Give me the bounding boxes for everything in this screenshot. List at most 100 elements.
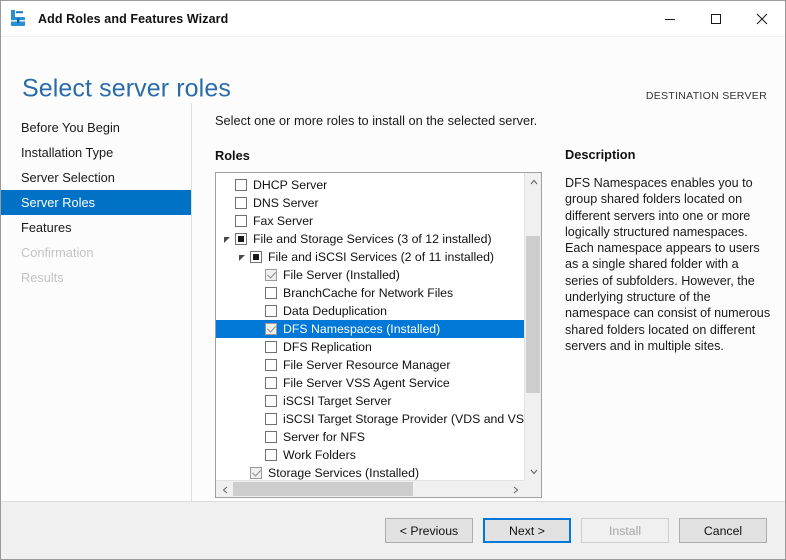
scroll-left-button[interactable]	[216, 481, 233, 498]
tree-spacer	[250, 447, 265, 463]
chevron-left-icon	[222, 486, 228, 494]
role-checkbox-partial[interactable]	[250, 251, 262, 263]
role-tree-row[interactable]: DFS Replication	[216, 338, 524, 356]
roles-vertical-scrollbar[interactable]	[524, 173, 541, 480]
nav-item-label: Installation Type	[21, 145, 113, 160]
close-icon	[756, 13, 768, 25]
role-label: iSCSI Target Storage Provider (VDS and V…	[283, 410, 524, 428]
tree-spacer	[220, 213, 235, 229]
scroll-thumb-horizontal[interactable]	[233, 482, 413, 496]
previous-button[interactable]: < Previous	[385, 518, 473, 543]
role-checkbox-empty[interactable]	[235, 215, 247, 227]
tree-indent	[235, 365, 250, 366]
role-tree-row[interactable]: Work Folders	[216, 446, 524, 464]
description-pane: Description DFS Namespaces enables you t…	[559, 103, 785, 501]
minimize-icon	[664, 13, 676, 25]
tree-spacer	[235, 465, 250, 480]
wizard-step-nav: Before You Begin Installation Type Server …	[1, 103, 192, 501]
tree-spacer	[250, 375, 265, 391]
role-label: DNS Server	[253, 194, 319, 212]
tree-indent	[235, 455, 250, 456]
tree-spacer	[250, 411, 265, 427]
destination-server-label: DESTINATION SERVER	[637, 89, 767, 104]
tree-indent	[220, 401, 235, 402]
cancel-button[interactable]: Cancel	[679, 518, 767, 543]
role-tree-row[interactable]: iSCSI Target Server	[216, 392, 524, 410]
role-checkbox-empty[interactable]	[235, 179, 247, 191]
role-tree-row[interactable]: DHCP Server	[216, 176, 524, 194]
role-tree-row[interactable]: iSCSI Target Storage Provider (VDS and V…	[216, 410, 524, 428]
instruction-text: Select one or more roles to install on t…	[215, 113, 559, 128]
close-button[interactable]	[739, 2, 785, 36]
chevron-down-icon	[530, 469, 538, 475]
nav-item-results: Results	[1, 265, 191, 290]
tree-indent	[220, 455, 235, 456]
role-tree-row[interactable]: Storage Services (Installed)	[216, 464, 524, 480]
tree-spacer	[250, 393, 265, 409]
tree-indent	[235, 437, 250, 438]
roles-tree-box: DHCP ServerDNS ServerFax ServerFile and …	[215, 172, 542, 498]
role-checkbox-empty[interactable]	[265, 341, 277, 353]
scroll-up-button[interactable]	[525, 173, 542, 190]
scroll-thumb-vertical[interactable]	[526, 236, 540, 393]
roles-group-label: Roles	[215, 148, 559, 163]
expander-collapse-icon[interactable]	[220, 231, 235, 247]
role-tree-row[interactable]: Data Deduplication	[216, 302, 524, 320]
role-checkbox-empty[interactable]	[265, 359, 277, 371]
role-label: Data Deduplication	[283, 302, 387, 320]
role-checkbox-empty[interactable]	[265, 431, 277, 443]
nav-item-features[interactable]: Features	[1, 215, 191, 240]
tree-indent	[220, 311, 235, 312]
role-tree-row[interactable]: File and iSCSI Services (2 of 11 install…	[216, 248, 524, 266]
roles-horizontal-scrollbar[interactable]	[216, 480, 524, 497]
role-label: Storage Services (Installed)	[268, 464, 419, 480]
tree-indent	[235, 401, 250, 402]
description-text: DFS Namespaces enables you to group shar…	[565, 175, 771, 354]
role-tree-row[interactable]: BranchCache for Network Files	[216, 284, 524, 302]
role-tree-row[interactable]: DFS Namespaces (Installed)	[216, 320, 524, 338]
role-label: Server for NFS	[283, 428, 365, 446]
next-button[interactable]: Next >	[483, 518, 571, 543]
role-tree-row[interactable]: Fax Server	[216, 212, 524, 230]
tree-indent	[235, 347, 250, 348]
nav-item-server-selection[interactable]: Server Selection	[1, 165, 191, 190]
tree-spacer	[250, 285, 265, 301]
role-tree-row[interactable]: Server for NFS	[216, 428, 524, 446]
scroll-down-button[interactable]	[525, 463, 542, 480]
role-checkbox-empty[interactable]	[265, 395, 277, 407]
role-checkbox-empty[interactable]	[235, 197, 247, 209]
tree-spacer	[250, 267, 265, 283]
title-bar: Add Roles and Features Wizard	[1, 1, 785, 37]
nav-item-installation-type[interactable]: Installation Type	[1, 140, 191, 165]
add-roles-wizard-window: Add Roles and Features Wizard Select ser…	[0, 0, 786, 560]
tree-indent	[235, 311, 250, 312]
chevron-up-icon	[530, 179, 538, 185]
minimize-button[interactable]	[647, 2, 693, 36]
tree-spacer	[250, 339, 265, 355]
role-checkbox-empty[interactable]	[265, 377, 277, 389]
roles-tree[interactable]: DHCP ServerDNS ServerFax ServerFile and …	[216, 173, 524, 480]
nav-item-server-roles[interactable]: Server Roles	[1, 190, 191, 215]
tree-spacer	[220, 177, 235, 193]
nav-item-before-you-begin[interactable]: Before You Begin	[1, 115, 191, 140]
chevron-right-icon	[513, 486, 519, 494]
expander-collapse-icon[interactable]	[235, 249, 250, 265]
role-label: Fax Server	[253, 212, 313, 230]
tree-spacer	[250, 321, 265, 337]
role-checkbox-empty[interactable]	[265, 413, 277, 425]
role-tree-row[interactable]: DNS Server	[216, 194, 524, 212]
role-tree-row[interactable]: File and Storage Services (3 of 12 insta…	[216, 230, 524, 248]
role-checkbox-empty[interactable]	[265, 449, 277, 461]
wizard-footer: < Previous Next > Install Cancel	[1, 501, 785, 559]
maximize-button[interactable]	[693, 2, 739, 36]
role-checkbox-installed	[265, 323, 277, 335]
role-checkbox-partial[interactable]	[235, 233, 247, 245]
role-tree-row[interactable]: File Server VSS Agent Service	[216, 374, 524, 392]
role-label: File and Storage Services (3 of 12 insta…	[253, 230, 492, 248]
role-checkbox-empty[interactable]	[265, 287, 277, 299]
tree-spacer	[220, 195, 235, 211]
role-tree-row[interactable]: File Server Resource Manager	[216, 356, 524, 374]
scroll-right-button[interactable]	[507, 481, 524, 498]
role-checkbox-empty[interactable]	[265, 305, 277, 317]
role-tree-row[interactable]: File Server (Installed)	[216, 266, 524, 284]
